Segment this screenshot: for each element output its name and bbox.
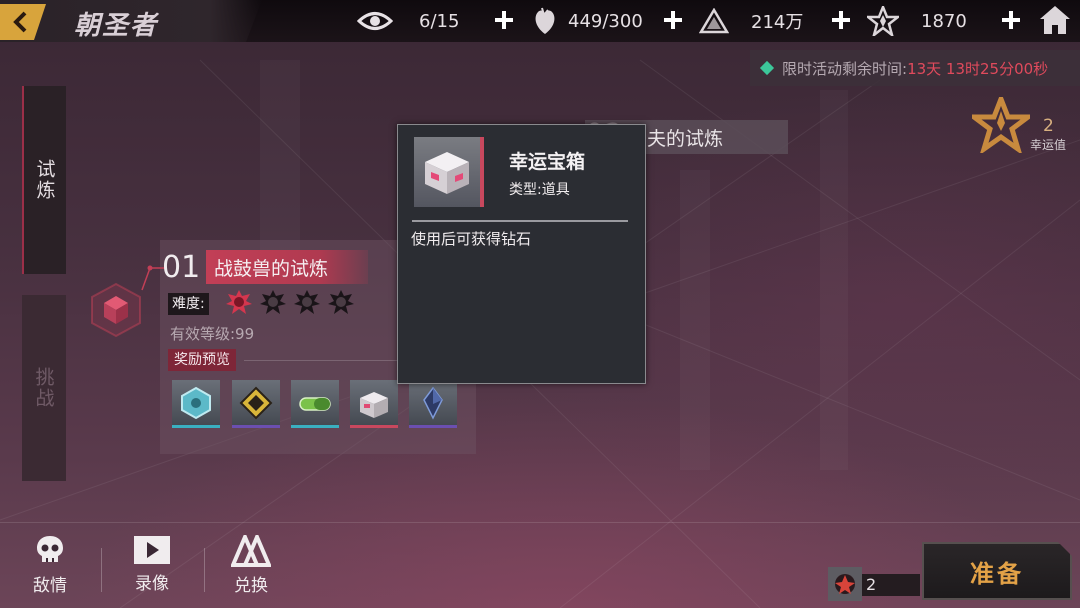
- resource-stamina: 449/300: [532, 0, 643, 42]
- home-button[interactable]: [1038, 4, 1074, 38]
- ticket-count: 2: [862, 574, 920, 596]
- reward-item[interactable]: [350, 380, 398, 428]
- plus-icon: [1002, 11, 1020, 29]
- divider: [244, 360, 400, 361]
- heart-stamina-icon: [535, 7, 555, 34]
- lucky-chest-icon: [360, 391, 388, 418]
- difficulty-skull-icon: [226, 290, 252, 314]
- stage1-name: 战鼓兽的试炼: [206, 250, 368, 284]
- reward-preview-label: 奖励预览: [168, 349, 236, 371]
- home-icon: [1040, 6, 1070, 34]
- enemy-intel-label: 敌情: [33, 576, 67, 596]
- event-timer: 限时活动剩余时间: 13天 13时25分00秒: [750, 50, 1080, 86]
- difficulty-label: 难度:: [168, 293, 209, 315]
- bottom-divider: [0, 522, 1080, 523]
- dark-crystal-icon: [423, 386, 443, 420]
- add-shards-button[interactable]: [1000, 9, 1022, 31]
- cube-icon: [91, 282, 141, 338]
- page-title: 朝圣者: [74, 11, 159, 41]
- tooltip-item-type: 类型:道具: [509, 182, 570, 198]
- add-coins-button[interactable]: [830, 9, 852, 31]
- ticket-item[interactable]: [828, 567, 862, 601]
- stage1-node[interactable]: [88, 282, 144, 338]
- replay-label: 录像: [135, 574, 169, 594]
- event-timer-label: 限时活动剩余时间:: [782, 59, 908, 78]
- tab-challenge[interactable]: 挑战: [22, 295, 66, 481]
- reward-item[interactable]: [232, 380, 280, 428]
- divider: [101, 548, 102, 592]
- difficulty-skull-icon: [328, 290, 354, 314]
- plus-icon: [664, 11, 682, 29]
- green-capsule-icon: [299, 396, 331, 411]
- add-eye-button[interactable]: [493, 9, 515, 31]
- luck-label: 幸运值: [1030, 138, 1067, 152]
- ticket-item-icon: [835, 574, 855, 594]
- play-icon: [134, 536, 170, 564]
- event-timer-value: 13天 13时25分00秒: [907, 59, 1049, 78]
- resource-value: 214万: [751, 12, 804, 33]
- gold-emblem-icon: [239, 386, 273, 419]
- exchange-button[interactable]: 兑换: [221, 535, 281, 601]
- resource-eye: 6/15: [357, 0, 459, 42]
- luck-value: 2: [1043, 116, 1054, 136]
- back-arrow-icon: [13, 11, 27, 33]
- replay-button[interactable]: 录像: [122, 535, 182, 601]
- effective-level: 有效等级:99: [170, 325, 255, 343]
- top-bar: 朝圣者 6/15 449/300 214万 1870: [0, 0, 1080, 42]
- tooltip-item-description: 使用后可获得钻石: [411, 230, 532, 248]
- diamond-icon: [759, 60, 775, 76]
- pyramid-icon: [699, 8, 729, 34]
- reward-item[interactable]: [291, 380, 339, 428]
- lucky-chest-icon: [425, 152, 469, 194]
- divider: [412, 220, 628, 222]
- resource-shards: 1870: [867, 0, 967, 42]
- star-shard-icon: [867, 6, 899, 36]
- divider: [204, 548, 205, 592]
- plus-icon: [832, 11, 850, 29]
- eye-icon: [357, 12, 393, 30]
- resource-value: 1870: [921, 10, 967, 32]
- tab-trial[interactable]: 试炼: [22, 86, 66, 274]
- plus-icon: [495, 11, 513, 29]
- exchange-icon: [231, 535, 271, 567]
- resource-coins: 214万: [699, 0, 803, 42]
- stage1-number: 01: [162, 250, 201, 285]
- exchange-label: 兑换: [234, 576, 268, 596]
- add-stamina-button[interactable]: [662, 9, 684, 31]
- luck-star-icon: [972, 97, 1030, 153]
- resource-value: 449/300: [568, 10, 643, 32]
- enemy-intel-button[interactable]: 敌情: [20, 535, 80, 601]
- difficulty-skull-icon: [294, 290, 320, 314]
- tooltip-item-name: 幸运宝箱: [509, 151, 586, 173]
- tooltip-item-image: [414, 137, 484, 207]
- difficulty-skull-icon: [260, 290, 286, 314]
- ready-button[interactable]: 准备: [922, 542, 1072, 600]
- skull-icon: [37, 536, 63, 562]
- hex-gem-icon: [181, 386, 211, 419]
- reward-item[interactable]: [409, 380, 457, 428]
- item-tooltip: 幸运宝箱 类型:道具 使用后可获得钻石: [397, 124, 646, 384]
- reward-item[interactable]: [172, 380, 220, 428]
- resource-value: 6/15: [419, 10, 460, 32]
